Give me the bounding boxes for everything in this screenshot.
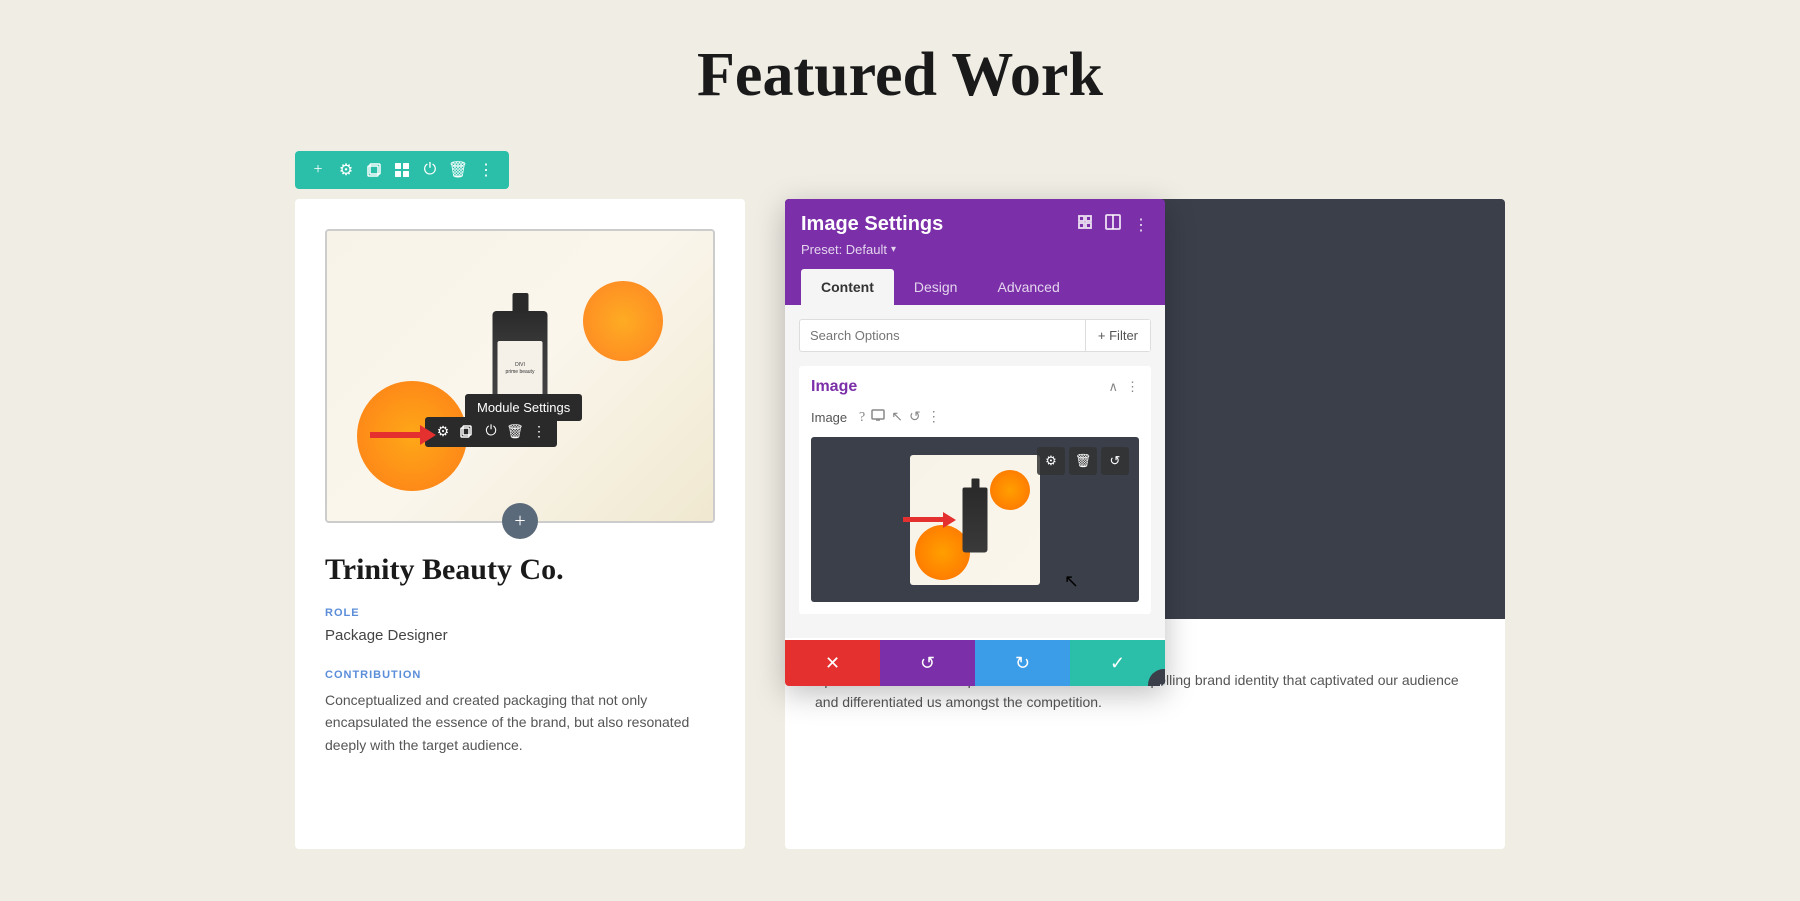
device-icon[interactable] [871, 408, 885, 427]
contribution-label: CONTRIBUTION [325, 669, 715, 681]
section-more-icon[interactable]: ⋮ [1126, 379, 1139, 395]
settings-header: Image Settings ⋮ Preset: Default [785, 199, 1165, 305]
collapse-icon[interactable]: ∧ [1108, 379, 1118, 395]
settings-tabs: Content Design Advanced [801, 269, 1149, 305]
action-buttons: ✕ ↺ ↻ ✓ [785, 640, 1165, 686]
split-icon[interactable] [1105, 214, 1121, 235]
company-name: Trinity Beauty Co. [325, 553, 715, 587]
preview-bottle [963, 487, 988, 552]
module-settings-icon[interactable]: ⚙ [433, 422, 453, 442]
module-more-icon[interactable]: ⋮ [529, 422, 549, 442]
settings-body: + Filter Image ∧ ⋮ Imag [785, 305, 1165, 638]
right-area: CONTRIBUTION Spearheaded the development… [785, 199, 1505, 849]
role-label: ROLE [325, 607, 715, 619]
settings-title: Image Settings [801, 213, 943, 236]
search-options-bar: + Filter [799, 319, 1151, 352]
module-power-icon[interactable]: ⏻ [481, 422, 501, 442]
settings-header-icons: ⋮ [1077, 214, 1149, 235]
page-container: Featured Work + ⚙ ⏻ 🗑 ⋮ DIVIprim [0, 0, 1800, 889]
tab-advanced[interactable]: Advanced [977, 269, 1079, 305]
module-toolbar-top: + ⚙ ⏻ 🗑 ⋮ [295, 151, 509, 189]
cancel-button[interactable]: ✕ [785, 640, 880, 686]
preview-orange-2 [990, 470, 1030, 510]
arrow-shaft [370, 432, 420, 438]
trash-icon[interactable]: 🗑 [447, 159, 469, 181]
image-section: Image ∧ ⋮ Image ? [799, 366, 1151, 614]
left-card: DIVIprime beauty + Module Settings ⚙ ⏻ 🗑… [295, 199, 745, 849]
page-title: Featured Work [0, 20, 1800, 151]
more-icon[interactable]: ⋮ [475, 159, 497, 181]
orange-slice-right [583, 281, 663, 361]
grid-icon[interactable] [391, 159, 413, 181]
settings-preset: Preset: Default ▾ [801, 242, 1149, 257]
add-image-button[interactable]: + [502, 503, 538, 539]
image-row-icons: ? ↖ ↺ ⋮ [859, 408, 941, 427]
undo-button[interactable]: ↺ [880, 640, 975, 686]
reset-icon[interactable]: ↺ [909, 409, 921, 426]
help-icon[interactable]: ? [859, 410, 865, 426]
red-arrow-left [370, 425, 436, 445]
preview-arrow-shaft [903, 517, 943, 522]
preview-settings-btn[interactable]: ⚙ [1037, 447, 1065, 475]
arrow-head [420, 425, 436, 445]
filter-button[interactable]: + Filter [1085, 320, 1150, 351]
power-icon[interactable]: ⏻ [419, 159, 441, 181]
image-container: DIVIprime beauty + [325, 229, 715, 523]
fullscreen-icon[interactable] [1077, 214, 1093, 235]
preview-toolbar: ⚙ 🗑 ↺ [1037, 447, 1129, 475]
module-duplicate-icon[interactable] [457, 422, 477, 442]
cards-area: DIVIprime beauty + Module Settings ⚙ ⏻ 🗑… [0, 199, 1800, 849]
preview-trash-btn[interactable]: 🗑 [1069, 447, 1097, 475]
redo-button[interactable]: ↻ [975, 640, 1070, 686]
preview-undo-btn[interactable]: ↺ [1101, 447, 1129, 475]
image-preview-area: ⚙ 🗑 ↺ ↖ [811, 437, 1139, 602]
settings-icon[interactable]: ⚙ [335, 159, 357, 181]
module-trash-icon[interactable]: 🗑 [505, 422, 525, 442]
module-toolbar-overlay: ⚙ ⏻ 🗑 ⋮ [425, 417, 557, 447]
role-value: Package Designer [325, 627, 715, 644]
red-arrow-preview [903, 512, 956, 528]
image-section-header: Image ∧ ⋮ [811, 378, 1139, 396]
image-settings-panel: Image Settings ⋮ Preset: Default [785, 199, 1165, 686]
image-section-title: Image [811, 378, 857, 396]
tab-content[interactable]: Content [801, 269, 894, 305]
search-options-input[interactable] [800, 320, 1085, 351]
tab-design[interactable]: Design [894, 269, 978, 305]
cursor: ↖ [1064, 571, 1079, 592]
cursor-icon[interactable]: ↖ [891, 409, 903, 426]
bottle-label: DIVIprime beauty [498, 341, 543, 396]
panel-more-icon[interactable]: ⋮ [1133, 215, 1149, 235]
add-icon[interactable]: + [307, 159, 329, 181]
preview-arrow-head [943, 512, 956, 528]
duplicate-icon[interactable] [363, 159, 385, 181]
image-row-label: Image [811, 410, 851, 425]
image-section-controls: ∧ ⋮ [1108, 379, 1139, 395]
bottle-label-text: DIVIprime beauty [506, 362, 535, 375]
settings-header-top: Image Settings ⋮ [801, 213, 1149, 236]
image-more-icon[interactable]: ⋮ [927, 409, 941, 426]
product-image: DIVIprime beauty [327, 231, 713, 521]
image-row: Image ? ↖ ↺ ⋮ [811, 408, 1139, 427]
contribution-text: Conceptualized and created packaging tha… [325, 689, 715, 756]
